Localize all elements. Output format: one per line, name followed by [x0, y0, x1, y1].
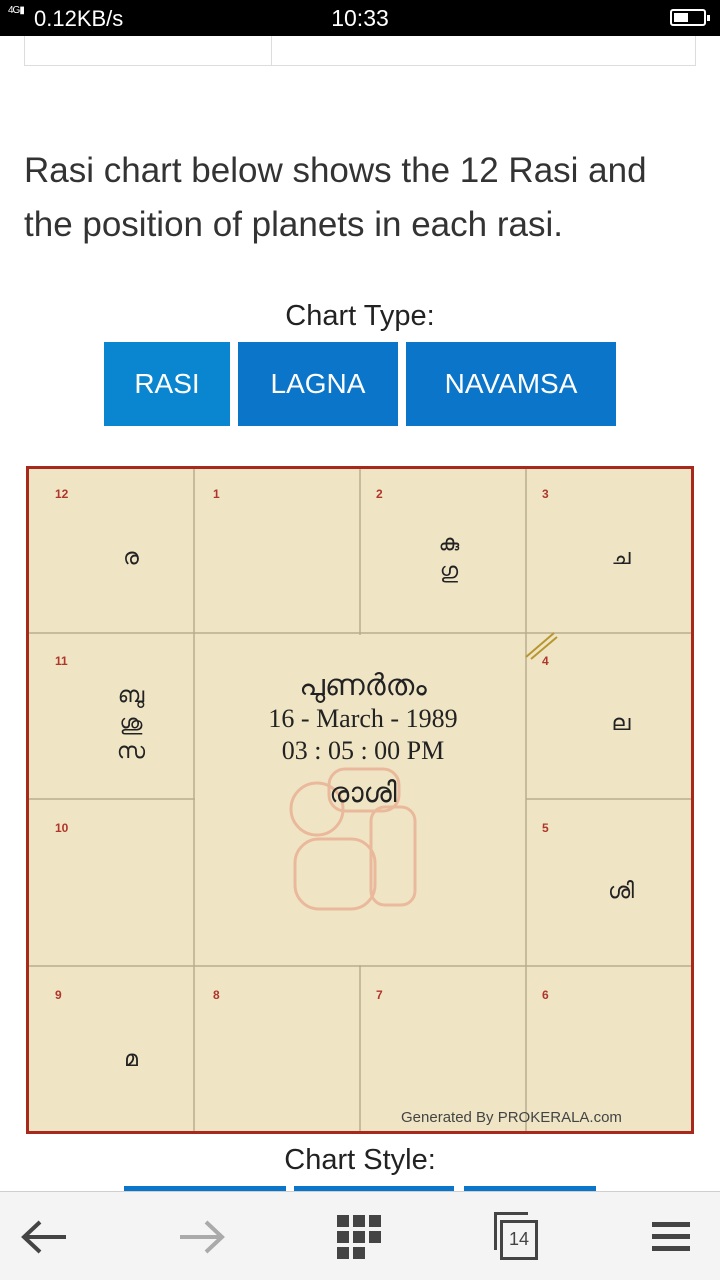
house-number-5: 5: [542, 821, 549, 835]
browser-toolbar: 14: [0, 1191, 720, 1280]
planet-mandi: മ: [124, 1046, 138, 1071]
birth-date: 16 - March - 1989: [268, 704, 458, 733]
menu-button[interactable]: [626, 1192, 716, 1281]
planet-saturn: ശി: [607, 878, 635, 903]
menu-icon: [652, 1221, 690, 1251]
house-4-planets: ല: [591, 709, 651, 737]
house-number-7: 7: [376, 988, 383, 1002]
house-number-2: 2: [376, 487, 383, 501]
lagna-button[interactable]: LAGNA: [238, 342, 398, 426]
house-number-10: 10: [55, 821, 69, 835]
planet-mars: കു: [438, 530, 460, 555]
grid-icon: [337, 1214, 381, 1259]
lagna-marker: ല: [611, 710, 631, 735]
house-number-4: 4: [542, 654, 549, 668]
forward-arrow-icon: [180, 1220, 225, 1253]
house-12-planets: ര: [101, 543, 161, 571]
tab-count: 14: [500, 1219, 538, 1260]
house-11-planets: ബു ശു സ: [101, 681, 161, 765]
planet-moon: ച: [611, 544, 631, 569]
house-5-planets: ശി: [591, 877, 651, 905]
status-bar: 4G▮ 0.12KB/s 10:33: [0, 0, 720, 36]
house-2-planets: കു ഗു: [419, 529, 479, 585]
planet-jupiter: ഗു: [439, 558, 459, 583]
house-9-planets: മ: [101, 1045, 161, 1073]
chart-name: രാശി: [329, 776, 397, 809]
chart-type-label: Chart Type:: [285, 300, 435, 332]
rasi-button[interactable]: RASI: [104, 342, 230, 426]
rasi-chart: 12 1 2 3 11 4 10 5 9 8 7 6 ര കു ഗു ച ബു …: [26, 466, 694, 1134]
house-number-6: 6: [542, 988, 549, 1002]
chart-style-label: Chart Style:: [284, 1144, 436, 1176]
tabs-button[interactable]: 14: [472, 1192, 562, 1281]
planet-rahu: ര: [123, 544, 139, 569]
navamsa-button[interactable]: NAVAMSA: [406, 342, 616, 426]
birth-time: 03 : 05 : 00 PM: [281, 736, 445, 765]
clock: 10:33: [331, 5, 389, 31]
chart-credit: Generated By PROKERALA.com: [401, 1109, 622, 1126]
apps-button[interactable]: [314, 1192, 404, 1281]
planet-mercury: ബു: [117, 682, 145, 707]
previous-table: [24, 36, 696, 66]
planet-sun: സ: [116, 738, 146, 763]
planet-venus: ശു: [119, 710, 143, 735]
house-number-3: 3: [542, 487, 549, 501]
house-number-8: 8: [213, 988, 220, 1002]
intro-paragraph: Rasi chart below shows the 12 Rasi and t…: [24, 151, 647, 244]
house-3-planets: ച: [591, 543, 651, 571]
chart-center-info: പുണർതം 16 - March - 1989 03 : 05 : 00 PM…: [195, 669, 531, 813]
house-number-11: 11: [55, 654, 68, 668]
house-number-12: 12: [55, 487, 69, 501]
back-arrow-icon: [21, 1220, 66, 1253]
forward-button[interactable]: [156, 1192, 246, 1281]
nakshatra-name: പുണർതം: [299, 668, 427, 703]
tabs-icon: 14: [494, 1211, 540, 1262]
back-button[interactable]: [0, 1192, 90, 1281]
house-number-9: 9: [55, 988, 62, 1002]
battery-icon: [670, 9, 710, 26]
house-number-1: 1: [213, 487, 220, 501]
